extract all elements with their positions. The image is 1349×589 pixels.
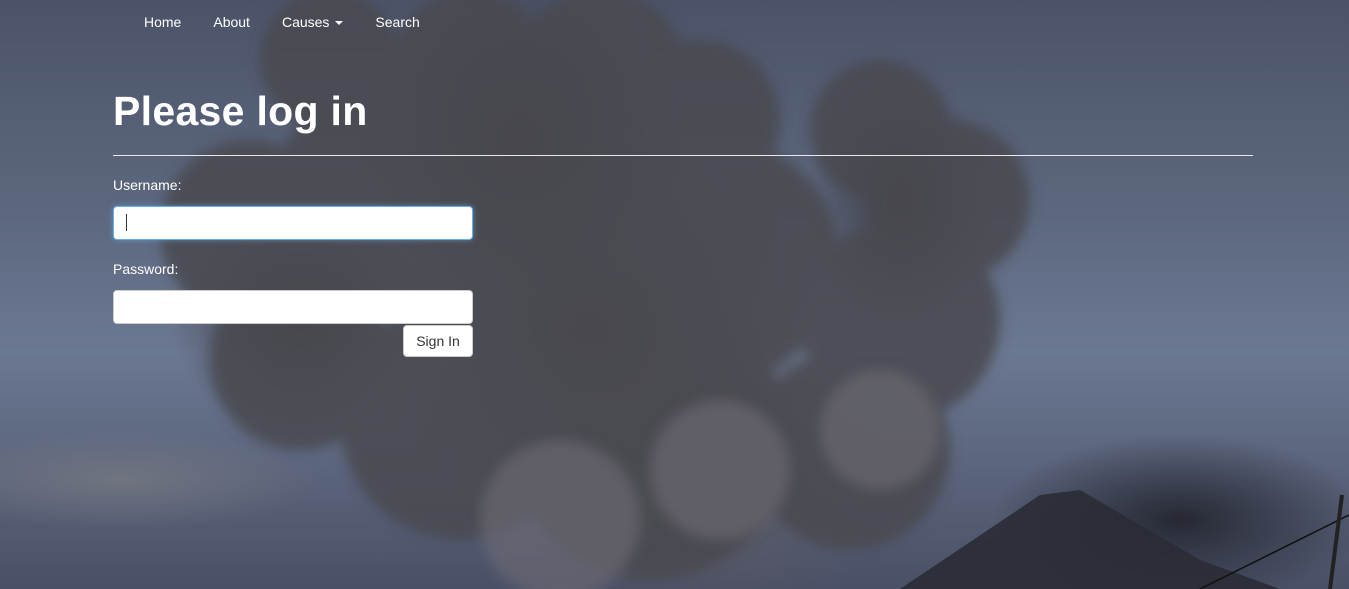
page-title: Please log in [113, 88, 368, 134]
caret-down-icon [335, 21, 344, 25]
sign-in-button[interactable]: Sign In [403, 325, 473, 357]
nav-search-label: Search [375, 14, 420, 30]
nav-causes-label: Causes [281, 14, 330, 30]
nav-home-label: Home [144, 14, 182, 30]
password-label: Password: [113, 261, 179, 277]
nav-about-link[interactable]: About [197, 0, 266, 44]
title-divider [113, 155, 1253, 156]
nav-search-link[interactable]: Search [359, 0, 435, 44]
password-input[interactable] [113, 290, 473, 324]
username-label: Username: [113, 177, 182, 193]
username-input[interactable] [113, 206, 473, 240]
top-navbar: Home About Causes Search [128, 0, 436, 44]
nav-home-link[interactable]: Home [128, 0, 197, 44]
text-cursor [126, 214, 127, 231]
nav-about-label: About [213, 14, 250, 30]
nav-causes-dropdown[interactable]: Causes [266, 0, 359, 44]
